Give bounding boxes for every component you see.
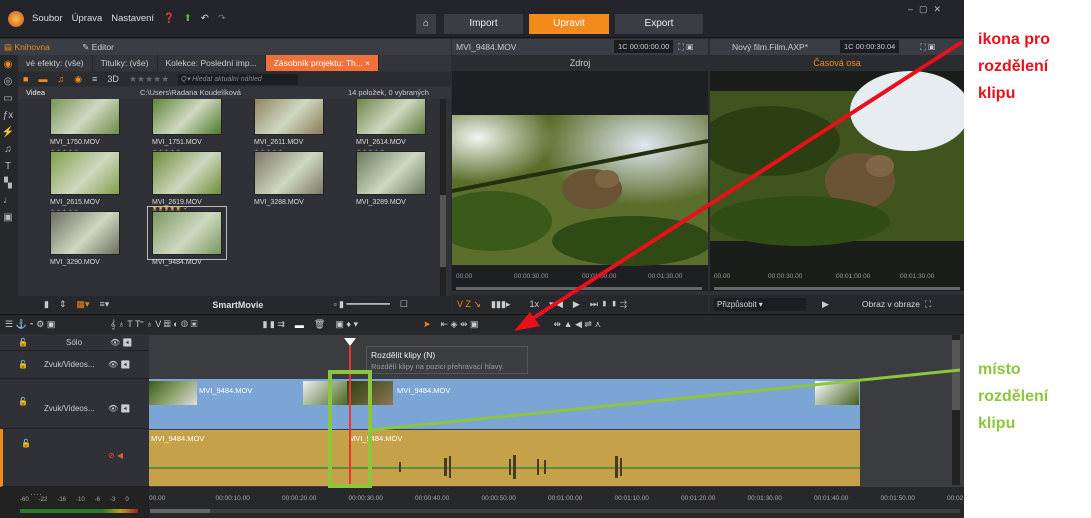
annotation-line: ikona pro (978, 31, 1051, 48)
annotation-line: rozdělení (978, 58, 1049, 75)
green-pointer-line (369, 368, 961, 432)
green-split-box (328, 370, 372, 488)
annotation-line: rozdělení (978, 388, 1049, 405)
annotation-line: klipu (978, 415, 1016, 432)
annotation-line: klipu (978, 85, 1016, 102)
split-icon-annotation: ikona pro rozdělení klipu (978, 26, 1050, 107)
red-arrow-line (522, 40, 964, 326)
split-place-annotation: místo rozdělení klipu (978, 356, 1048, 437)
annotation-line: místo (978, 361, 1021, 378)
annotation-overlay (328, 40, 964, 488)
